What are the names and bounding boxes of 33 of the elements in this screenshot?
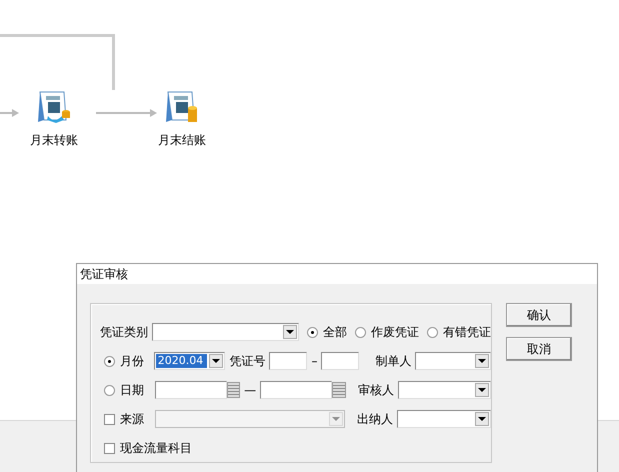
- calendar-button[interactable]: [226, 382, 240, 398]
- cash-flow-checkbox[interactable]: 现金流量科目: [104, 440, 192, 456]
- preparer-dropdown[interactable]: [415, 352, 491, 370]
- date-radio[interactable]: 日期: [104, 382, 151, 398]
- voucher-number-to-field[interactable]: [321, 352, 360, 370]
- voucher-number-from-field[interactable]: [269, 352, 308, 370]
- end-date-field[interactable]: [260, 381, 332, 399]
- dialog-button[interactable]: 取消: [506, 337, 572, 361]
- field-label: 审核人: [358, 382, 394, 398]
- field-label: 制单人: [375, 352, 412, 370]
- calendar-button[interactable]: [332, 382, 346, 398]
- range-dash: —: [244, 383, 256, 397]
- node-label: 月末转账: [30, 132, 78, 149]
- radio-option[interactable]: 全部: [307, 324, 347, 340]
- month-value: 2020.04: [156, 354, 208, 368]
- reviewer-dropdown[interactable]: [398, 381, 491, 399]
- radio-option[interactable]: 作废凭证: [355, 324, 419, 340]
- field-label: 出纳人: [357, 410, 394, 428]
- window-title: 凭证审核: [77, 264, 597, 284]
- start-date-field[interactable]: [154, 381, 227, 399]
- voucher-type-dropdown[interactable]: [152, 323, 299, 341]
- node-label: 月末结账: [158, 132, 206, 149]
- month-dropdown[interactable]: 2020.04: [154, 352, 226, 370]
- field-label: 凭证类别: [100, 324, 148, 340]
- arrow: [0, 108, 20, 118]
- field-label: 凭证号: [229, 352, 266, 370]
- month-radio[interactable]: 月份: [104, 352, 150, 370]
- dialog-button[interactable]: 确认: [506, 303, 572, 327]
- cashier-dropdown[interactable]: [397, 410, 492, 428]
- range-dash: –: [311, 354, 318, 368]
- source-checkbox[interactable]: 来源: [104, 410, 151, 428]
- arrow: [96, 108, 158, 118]
- radio-option[interactable]: 有错凭证: [427, 324, 491, 340]
